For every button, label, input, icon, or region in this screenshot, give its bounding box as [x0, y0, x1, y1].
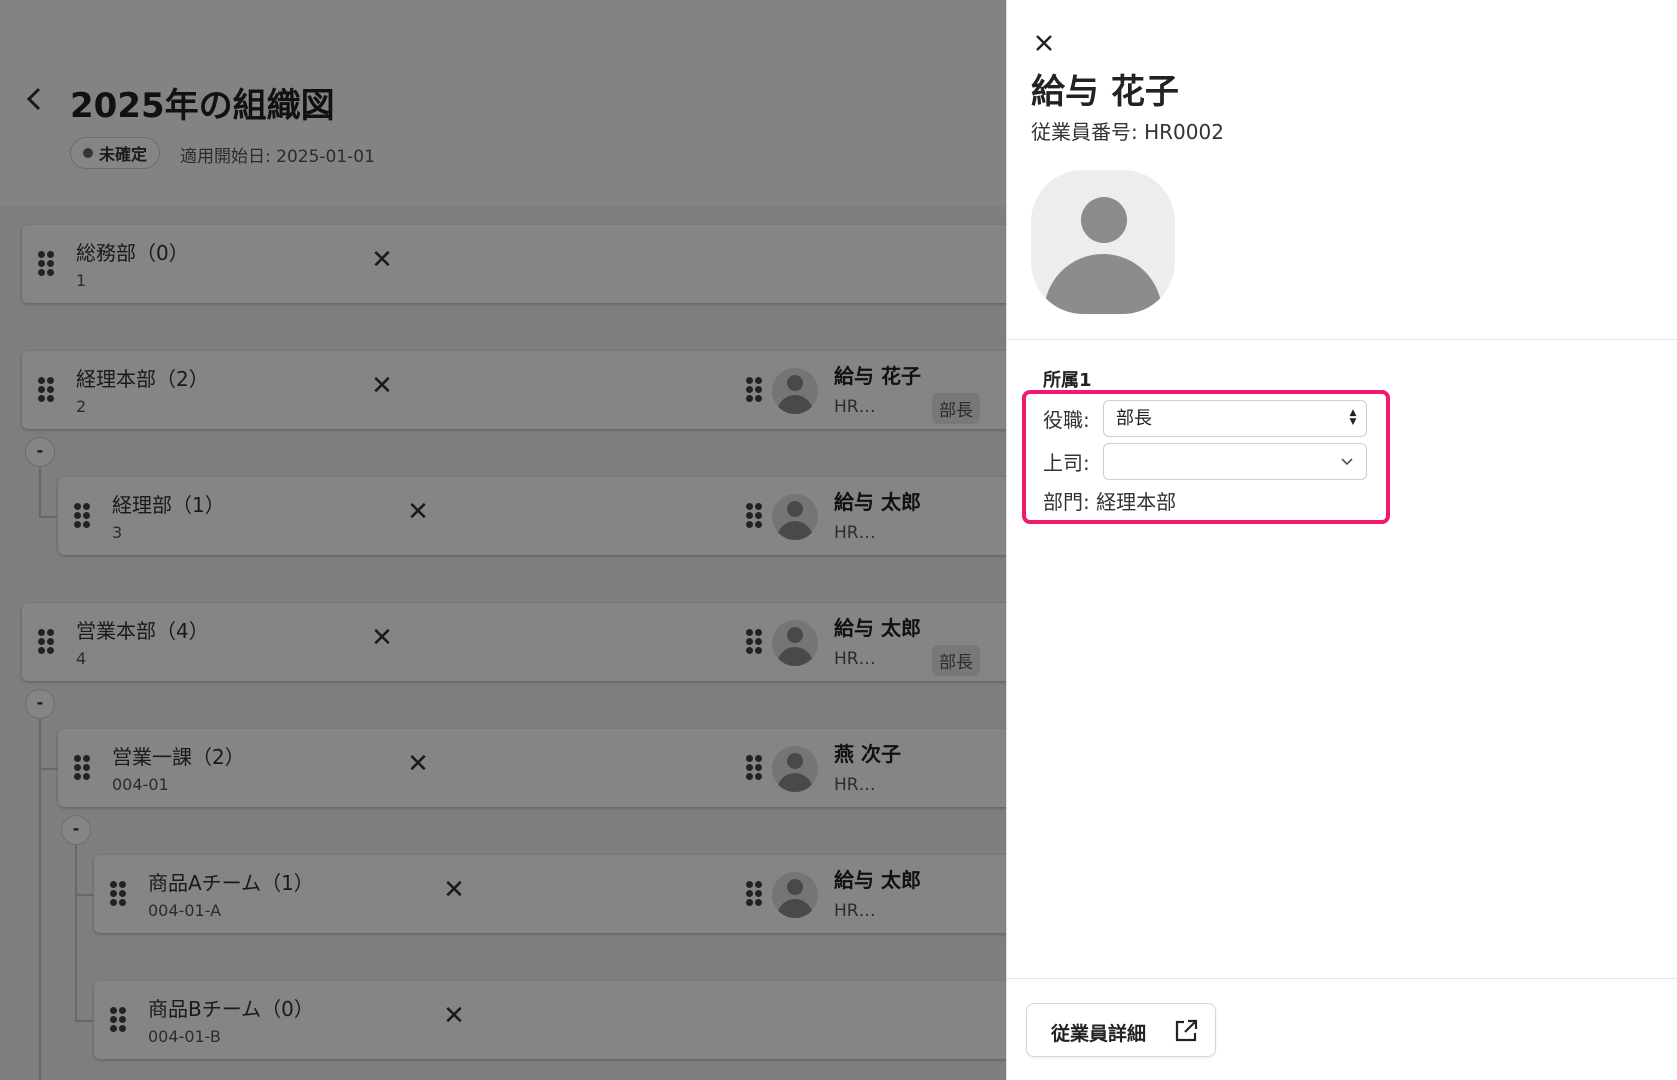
- panel-divider: [1007, 339, 1677, 340]
- employee-name: 給与 花子: [1031, 72, 1179, 112]
- panel-divider: [1007, 978, 1677, 979]
- external-link-icon: [1175, 1019, 1198, 1042]
- close-icon: [1036, 35, 1052, 51]
- position-select[interactable]: 部長 ▲ ▼: [1103, 400, 1367, 437]
- employee-detail-button[interactable]: 従業員詳細: [1026, 1003, 1216, 1057]
- employee-detail-label: 従業員詳細: [1051, 1023, 1147, 1045]
- assignment-title: 所属1: [1043, 370, 1092, 391]
- department-info: 部門: 経理本部: [1043, 490, 1177, 514]
- employee-avatar: [1031, 170, 1175, 314]
- select-arrows-icon: ▲ ▼: [1349, 408, 1357, 427]
- supervisor-select[interactable]: [1103, 443, 1367, 480]
- modal-backdrop[interactable]: [0, 0, 1006, 1080]
- employee-side-panel: 給与 花子 従業員番号: HR0002 所属1 役職: 部長 ▲ ▼ 上司: 部門…: [1006, 0, 1677, 1080]
- position-value: 部長: [1116, 408, 1152, 429]
- person-icon: [1081, 197, 1127, 243]
- close-panel-button[interactable]: [1027, 26, 1061, 60]
- employee-number: 従業員番号: HR0002: [1031, 120, 1224, 144]
- position-label: 役職:: [1043, 408, 1090, 432]
- supervisor-label: 上司:: [1043, 451, 1090, 475]
- chevron-down-icon: [1340, 445, 1354, 491]
